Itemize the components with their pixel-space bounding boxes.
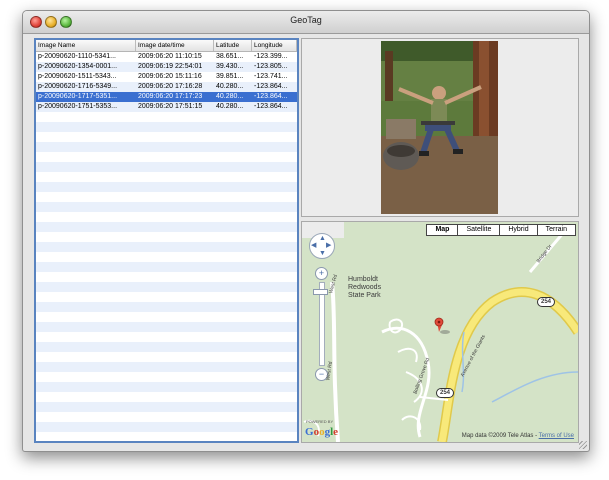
cell-image-datetime: 2009:06:20 17:51:15 xyxy=(138,103,203,110)
table-row-selected[interactable]: p-20090620-1717-5351... 2009:06:20 17:17… xyxy=(36,92,297,102)
cell-image-datetime: 2009:06:20 15:11:16 xyxy=(138,73,202,80)
cell-image-name: p-20090620-1511-5343... xyxy=(38,73,117,80)
cell-image-name: p-20090620-1751-5353... xyxy=(38,103,118,110)
cell-longitude: -123.399... xyxy=(254,53,288,60)
cell-image-name: p-20090620-1717-5351... xyxy=(38,93,118,100)
cell-longitude: -123.864... xyxy=(254,103,288,110)
table-body: p-20090620-1110-5341... 2009:06:20 11:10… xyxy=(36,52,297,441)
map-copyright: Map data ©2009 Tele Atlas - Terms of Use xyxy=(462,433,574,439)
route-254-badge-lower: 254 xyxy=(436,388,455,398)
resize-grip[interactable] xyxy=(579,441,587,449)
photo-preview xyxy=(381,41,498,214)
terms-of-use-link[interactable]: Terms of Use xyxy=(539,433,574,439)
cell-latitude: 38.651... xyxy=(216,53,244,60)
cell-longitude: -123.864... xyxy=(254,83,288,90)
table-row[interactable]: p-20090620-1751-5353... 2009:06:20 17:51… xyxy=(36,102,297,112)
pan-control[interactable]: ▲ ▼ ◀ ▶ xyxy=(309,233,335,259)
photo-image xyxy=(381,41,498,214)
column-header-image-datetime[interactable]: Image date/time xyxy=(136,40,214,51)
pan-right-icon[interactable]: ▶ xyxy=(326,242,331,249)
pan-up-icon[interactable]: ▲ xyxy=(319,235,326,242)
map-type-selector: Map Satellite Hybrid Terrain xyxy=(426,224,576,236)
map-type-terrain-button[interactable]: Terrain xyxy=(536,224,576,236)
pan-left-icon[interactable]: ◀ xyxy=(311,242,316,249)
google-logo[interactable]: Google xyxy=(305,426,338,438)
window-title: GeoTag xyxy=(290,15,322,25)
cell-image-datetime: 2009:06:20 17:17:23 xyxy=(138,93,203,100)
cell-latitude: 40.280... xyxy=(216,83,244,90)
zoom-in-button[interactable]: + xyxy=(315,267,328,280)
cell-latitude: 40.280... xyxy=(216,93,244,100)
column-header-longitude[interactable]: Longitude xyxy=(252,40,297,51)
table-row[interactable]: p-20090620-1354-0001... 2009:06:19 22:54… xyxy=(36,62,297,72)
column-header-image-name[interactable]: Image Name xyxy=(36,40,136,51)
title-bar[interactable]: GeoTag xyxy=(23,11,589,34)
cell-latitude: 40.280... xyxy=(216,103,244,110)
table-header: Image Name Image date/time Latitude Long… xyxy=(36,40,297,52)
cell-latitude: 39.430... xyxy=(216,63,244,70)
cell-image-datetime: 2009:06:20 11:10:15 xyxy=(138,53,202,60)
map-type-satellite-button[interactable]: Satellite xyxy=(457,224,501,236)
cell-image-datetime: 2009:06:20 17:16:28 xyxy=(138,83,203,90)
table-row[interactable]: p-20090620-1716-5349... 2009:06:20 17:16… xyxy=(36,82,297,92)
map-type-map-button[interactable]: Map xyxy=(426,224,459,236)
map-copyright-text: Map data ©2009 Tele Atlas - xyxy=(461,433,539,439)
image-preview-panel xyxy=(301,38,579,217)
cell-latitude: 39.851... xyxy=(216,73,244,80)
map-canvas[interactable] xyxy=(302,222,578,442)
cell-image-name: p-20090620-1354-0001... xyxy=(38,63,118,70)
geotag-window: GeoTag Image Name Image date/time Latitu… xyxy=(22,10,590,452)
cell-longitude: -123.805... xyxy=(254,63,288,70)
powered-by-label: POWERED BY xyxy=(306,419,334,424)
cell-longitude: -123.864... xyxy=(254,93,288,100)
cell-image-name: p-20090620-1110-5341... xyxy=(38,53,116,60)
pan-down-icon[interactable]: ▼ xyxy=(319,250,326,257)
column-header-latitude[interactable]: Latitude xyxy=(214,40,252,51)
cell-longitude: -123.741... xyxy=(254,73,288,80)
table-row[interactable]: p-20090620-1511-5343... 2009:06:20 15:11… xyxy=(36,72,297,82)
park-label: Humboldt Redwoods State Park xyxy=(348,276,382,299)
map-type-hybrid-button[interactable]: Hybrid xyxy=(499,224,538,236)
table-row[interactable]: p-20090620-1110-5341... 2009:06:20 11:10… xyxy=(36,52,297,62)
cell-image-name: p-20090620-1716-5349... xyxy=(38,83,118,90)
zoom-slider-thumb[interactable] xyxy=(313,289,328,295)
route-254-badge: 254 xyxy=(537,297,556,307)
cell-image-datetime: 2009:06:19 22:54:01 xyxy=(138,63,203,70)
map-view[interactable]: Map Satellite Hybrid Terrain ▲ ▼ ◀ ▶ + −… xyxy=(301,221,579,443)
image-table[interactable]: Image Name Image date/time Latitude Long… xyxy=(34,38,299,443)
